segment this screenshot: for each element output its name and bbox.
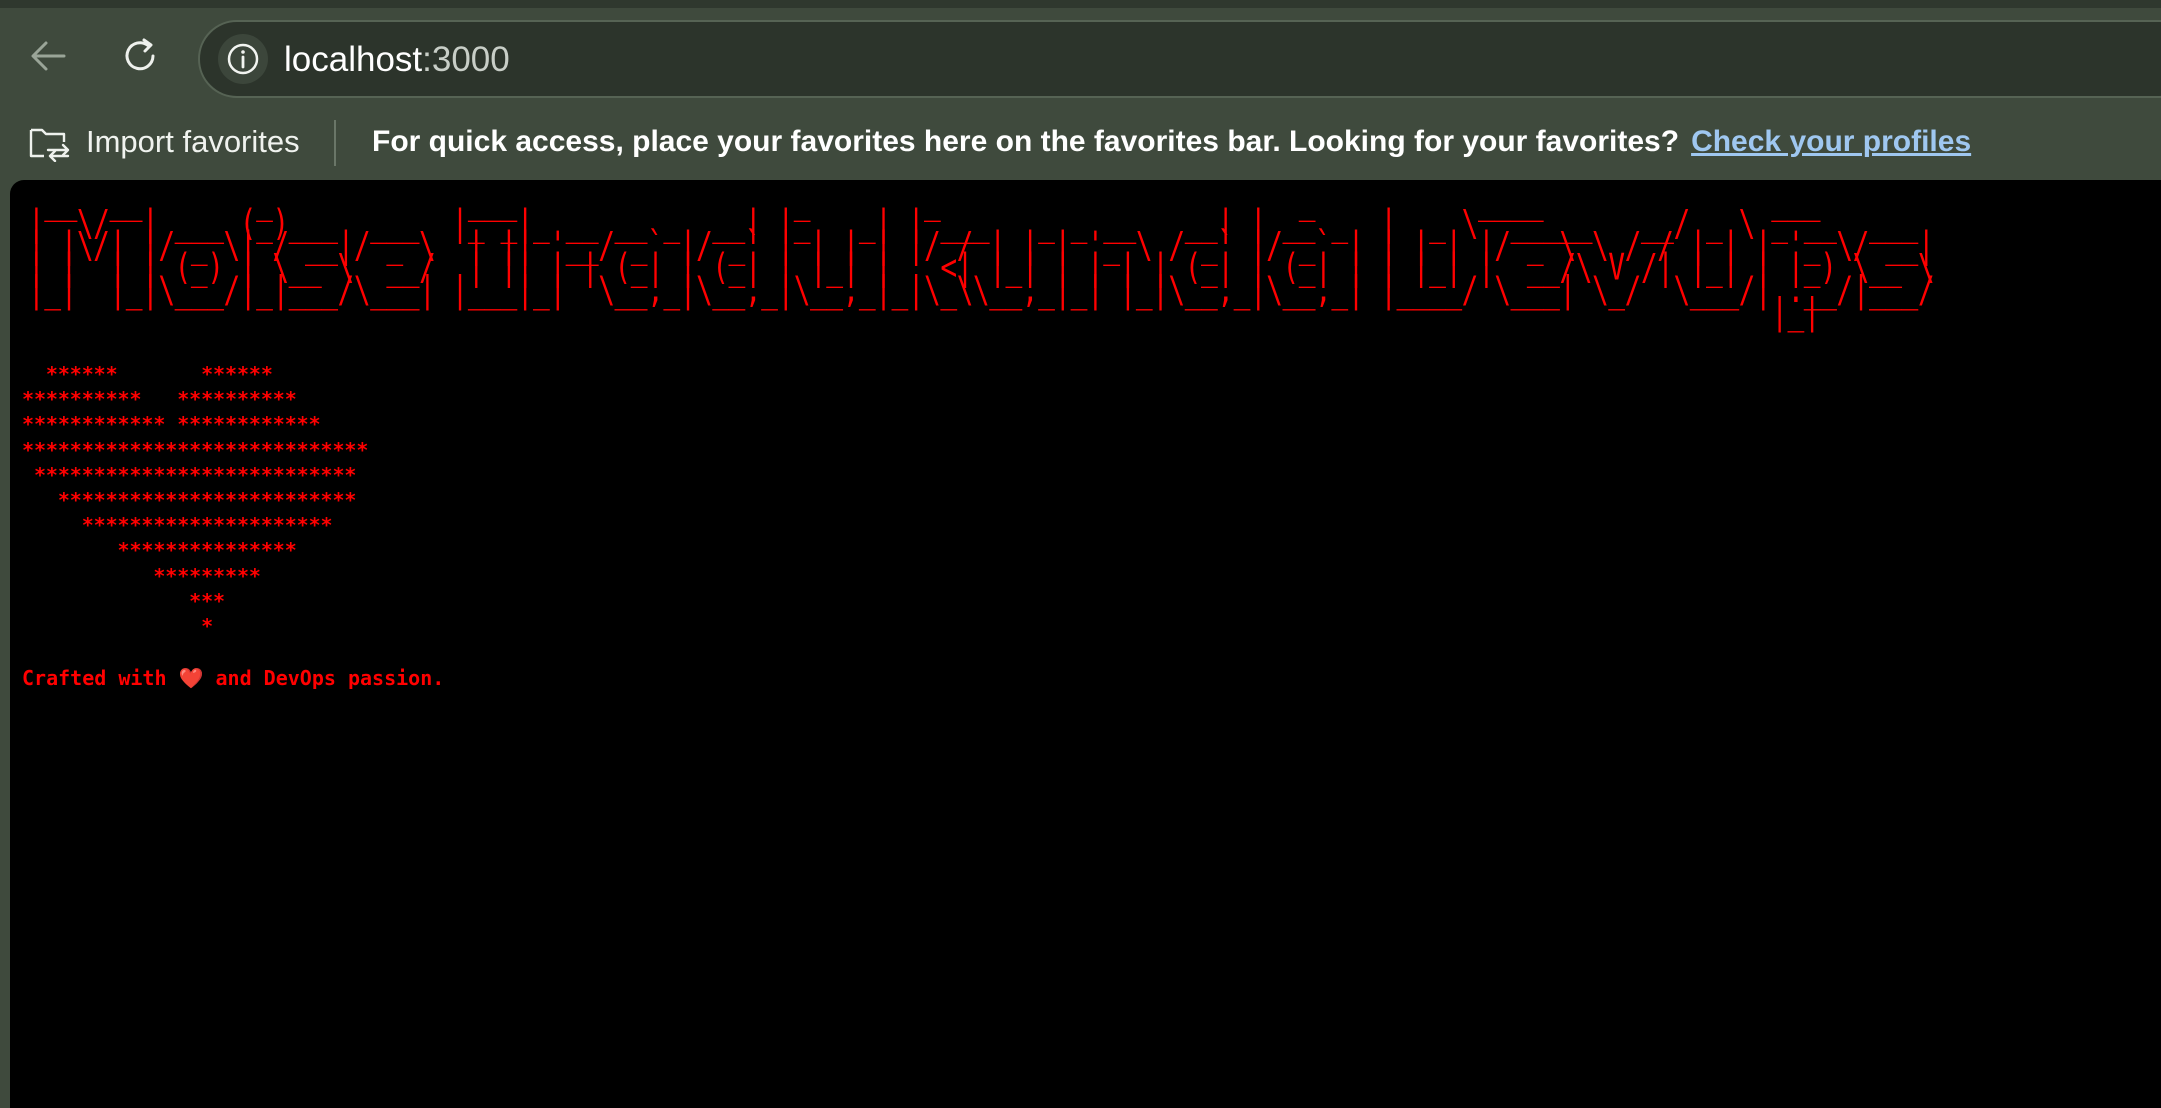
ascii-heart: ****** ****** ********** ********** ****… — [22, 362, 369, 639]
favorites-message: For quick access, place your favorites h… — [372, 124, 1971, 160]
tagline-suffix: and DevOps passion. — [203, 666, 445, 690]
check-profiles-link[interactable]: Check your profiles — [1691, 125, 1971, 158]
heart-emoji-icon: ❤️ — [178, 666, 204, 690]
window-top-strip — [0, 0, 2161, 8]
page-viewport: __ __ _ ___ _ _ _ ____ ___ | \/ | ___ (_… — [10, 180, 2161, 1108]
tagline-prefix: Crafted with — [22, 666, 179, 690]
browser-toolbar: localhost:3000 — [0, 8, 2161, 106]
import-favorites-icon — [29, 128, 70, 162]
favorites-divider — [334, 120, 336, 166]
browser-window: localhost:3000 Import favorites For quic… — [0, 0, 2161, 1108]
reload-button[interactable] — [112, 28, 168, 84]
favorites-message-text: For quick access, place your favorites h… — [372, 125, 1680, 158]
back-arrow-icon — [31, 41, 66, 71]
info-icon — [227, 43, 259, 75]
url-host: localhost — [284, 40, 423, 79]
reload-icon — [125, 38, 155, 71]
url-text[interactable]: localhost:3000 — [284, 40, 510, 80]
import-favorites-button[interactable]: Import favorites — [28, 118, 300, 166]
back-button[interactable] — [20, 28, 76, 84]
import-favorites-label: Import favorites — [86, 124, 300, 159]
favorites-bar: Import favorites For quick access, place… — [0, 106, 2161, 180]
tagline: Crafted with ❤️ and DevOps passion. — [22, 666, 444, 690]
ascii-banner: __ __ _ ___ _ _ _ ____ ___ | \/ | ___ (_… — [28, 180, 1935, 333]
address-bar[interactable]: localhost:3000 — [198, 20, 2161, 98]
url-port: :3000 — [422, 40, 510, 79]
site-info-button[interactable] — [218, 34, 268, 84]
